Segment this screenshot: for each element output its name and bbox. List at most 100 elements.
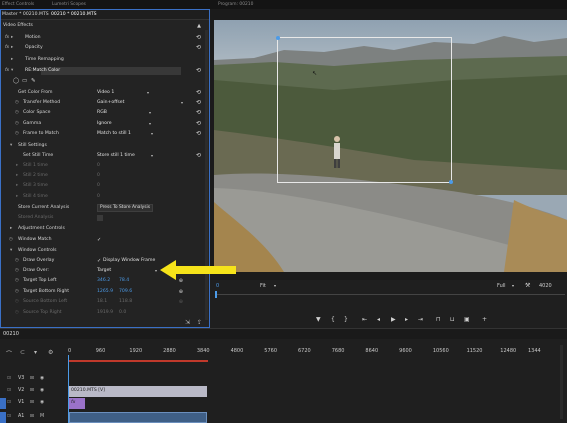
target-top-left-y[interactable]: 78.4: [119, 277, 129, 285]
chevron-right-icon[interactable]: ▸: [16, 182, 18, 190]
mini-timeline-track[interactable]: [215, 294, 565, 295]
sequence-tab[interactable]: 00210: [3, 330, 19, 338]
reset-icon[interactable]: ⟲: [196, 120, 201, 128]
lock-icon[interactable]: ⊡: [7, 413, 11, 421]
ellipse-mask-icon[interactable]: ◯: [13, 77, 19, 85]
mute-icon[interactable]: M: [40, 413, 44, 421]
match-color-effect-row[interactable]: fx ▾ RE:Match Color ⟲: [1, 66, 209, 76]
tab-effect-controls[interactable]: Effect Controls: [2, 1, 34, 8]
reset-icon[interactable]: ⟲: [196, 67, 201, 75]
source-patch-a1[interactable]: [0, 412, 6, 423]
reset-icon[interactable]: ⟲: [196, 34, 201, 42]
crosshair-icon[interactable]: ⊕: [179, 288, 183, 296]
eye-icon[interactable]: ◉: [40, 399, 44, 407]
add-marker-icon[interactable]: ▼: [316, 316, 321, 324]
still-2-time-value[interactable]: 0: [97, 172, 100, 180]
stopwatch-icon[interactable]: ◷: [15, 298, 19, 306]
stopwatch-icon[interactable]: ◷: [15, 120, 19, 128]
chevron-right-icon[interactable]: ▸: [16, 162, 18, 170]
draw-overlay-checkbox[interactable]: ✓: [97, 257, 101, 265]
set-still-time-dropdown[interactable]: Store still 1 time ▾: [97, 152, 153, 160]
play-icon[interactable]: ▶: [391, 316, 396, 324]
reset-icon[interactable]: ⟲: [196, 109, 201, 117]
export-frame-icon[interactable]: ▣: [464, 316, 470, 324]
lift-icon[interactable]: ⊓: [436, 316, 441, 324]
motion-row[interactable]: fx ▸ Motion ⟲: [1, 33, 209, 43]
pen-mask-icon[interactable]: ✎: [31, 77, 36, 85]
sequence-clip-tab[interactable]: 00210 * 00210.MTS: [51, 11, 97, 18]
chevron-down-icon[interactable]: ▾: [11, 67, 13, 75]
collapse-up-icon[interactable]: ▲: [197, 22, 201, 30]
stopwatch-icon[interactable]: ◷: [15, 267, 19, 275]
snap-icon[interactable]: ⌒: [6, 349, 12, 358]
video-frame[interactable]: ↖: [214, 20, 567, 272]
stopwatch-icon[interactable]: ◷: [15, 130, 19, 138]
stopwatch-icon[interactable]: ◷: [15, 309, 19, 317]
target-window-frame[interactable]: [276, 36, 453, 184]
reset-icon[interactable]: ⟲: [196, 44, 201, 52]
fx-badge-icon[interactable]: fx: [5, 44, 9, 52]
mark-in-icon[interactable]: {: [331, 316, 335, 324]
window-match-checkbox[interactable]: ✓: [97, 236, 101, 244]
clip-v2[interactable]: 00210.MTS [V]: [69, 386, 207, 397]
go-to-in-icon[interactable]: ⇤: [362, 316, 367, 324]
chevron-down-icon[interactable]: ▾: [10, 142, 12, 150]
crosshair-icon[interactable]: ⊕: [179, 298, 183, 306]
fx-badge-icon[interactable]: fx: [5, 34, 9, 42]
target-bottom-right-x[interactable]: 1265.9: [97, 288, 113, 296]
zoom-fit-dropdown[interactable]: Fit: [260, 283, 266, 289]
rectangle-mask-icon[interactable]: ▭: [22, 77, 27, 85]
lock-icon[interactable]: ⊡: [7, 387, 11, 395]
source-bottom-left-y[interactable]: 118.8: [119, 298, 132, 306]
reset-icon[interactable]: ⟲: [196, 89, 201, 97]
gamma-dropdown[interactable]: Ignore ▾: [97, 120, 151, 128]
tab-program-monitor[interactable]: Program: 00210: [218, 1, 253, 8]
chevron-right-icon[interactable]: ▸: [11, 34, 13, 42]
target-bottom-right-y[interactable]: 709.6: [119, 288, 132, 296]
tab-lumetri-scopes[interactable]: Lumetri Scopes: [52, 1, 86, 8]
reset-icon[interactable]: ⟲: [196, 130, 201, 138]
sync-lock-icon[interactable]: ⊟: [30, 413, 34, 421]
still-1-time-value[interactable]: 0: [97, 162, 100, 170]
fx-badge-icon[interactable]: fx: [5, 67, 9, 75]
add-button-icon[interactable]: +: [482, 316, 487, 324]
get-color-from-dropdown[interactable]: Video 1 ▾: [97, 89, 149, 97]
wrench-icon[interactable]: ⚒: [525, 282, 530, 289]
clip-v1[interactable]: fx: [69, 398, 85, 409]
add-marker-icon[interactable]: ▾: [34, 349, 37, 356]
source-top-right-y[interactable]: 0.0: [119, 309, 126, 317]
opacity-row[interactable]: fx ▸ Opacity ⟲: [1, 43, 209, 53]
stopwatch-icon[interactable]: ◷: [15, 288, 19, 296]
resolution-dropdown[interactable]: Full: [497, 283, 506, 289]
lock-icon[interactable]: ⊡: [7, 399, 11, 407]
extract-icon[interactable]: ⊔: [450, 316, 455, 324]
top-left-handle[interactable]: [276, 36, 280, 40]
draw-over-dropdown[interactable]: Target ▾: [97, 267, 157, 275]
transfer-method-dropdown[interactable]: Gain+offset ▾: [97, 99, 183, 107]
bottom-right-handle[interactable]: [449, 180, 453, 184]
source-top-right-x[interactable]: 1919.9: [97, 309, 113, 317]
linked-selection-icon[interactable]: ⊂: [20, 349, 25, 356]
timeline-scrollbar[interactable]: [560, 345, 563, 419]
reset-icon[interactable]: ⟲: [196, 99, 201, 107]
go-to-out-icon[interactable]: ⇥: [418, 316, 423, 324]
settings-icon[interactable]: ⚙: [48, 349, 53, 356]
stopwatch-icon[interactable]: ◷: [15, 109, 19, 117]
playhead-marker[interactable]: [215, 291, 217, 298]
current-timecode[interactable]: 0: [216, 283, 219, 289]
stopwatch-icon[interactable]: ◷: [15, 277, 19, 285]
window-controls-row[interactable]: ▾ Window Controls: [1, 246, 209, 256]
still-4-time-value[interactable]: 0: [97, 193, 100, 201]
chevron-right-icon[interactable]: ▸: [16, 172, 18, 180]
step-forward-icon[interactable]: ▸: [405, 316, 408, 324]
lock-icon[interactable]: ⊡: [7, 375, 11, 383]
reset-icon[interactable]: ⟲: [196, 152, 201, 160]
clip-a1[interactable]: [69, 412, 207, 423]
filter-icon[interactable]: ⇲: [185, 319, 190, 326]
source-patch-v1[interactable]: [0, 398, 6, 409]
store-analysis-button[interactable]: Press To Store Analysis: [97, 204, 154, 212]
time-remapping-row[interactable]: ▸ Time Remapping: [1, 55, 209, 65]
master-clip-tab[interactable]: Master * 00210.MTS: [2, 11, 49, 18]
target-top-left-x[interactable]: 346.2: [97, 277, 110, 285]
sync-lock-icon[interactable]: ⊟: [30, 399, 34, 407]
